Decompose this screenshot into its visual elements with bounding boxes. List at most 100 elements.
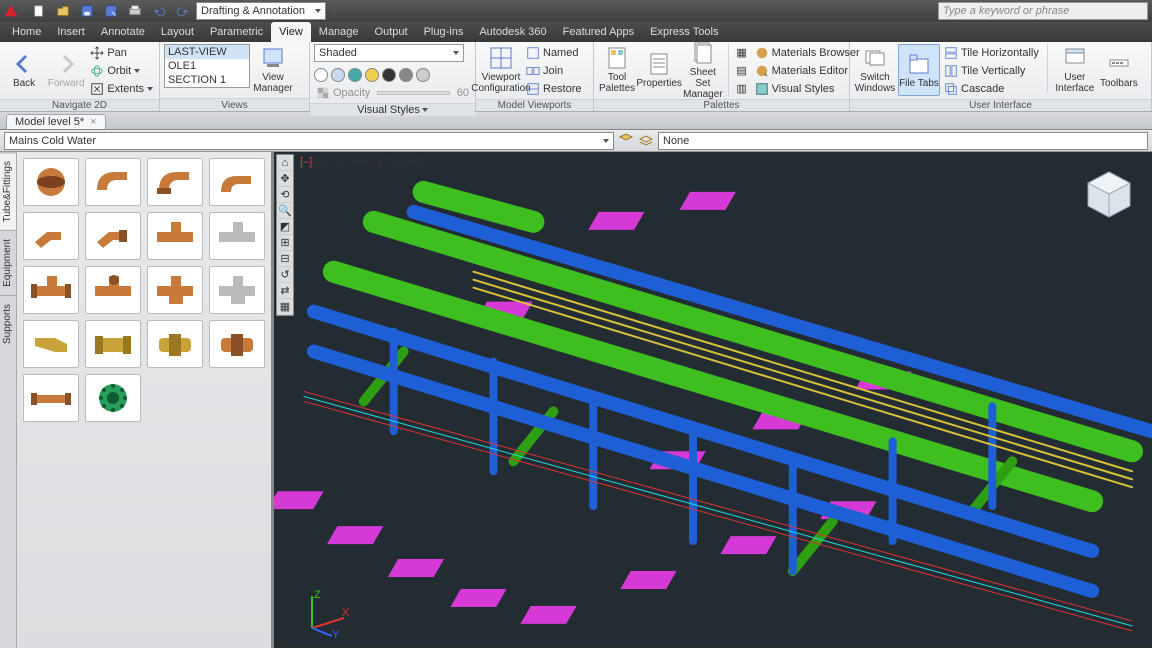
tab-view[interactable]: View [271, 22, 311, 42]
viewport-label[interactable]: [–][SE Isometric][Shaded] [300, 156, 425, 168]
document-tab[interactable]: Model level 5*× [6, 114, 106, 129]
fitting-thumbnail[interactable] [85, 158, 141, 206]
pan-button[interactable]: Pan [88, 44, 155, 61]
workspace-dropdown[interactable]: Drafting & Annotation [196, 2, 326, 20]
palette-tab-equipment[interactable]: Equipment [0, 230, 16, 295]
swatch-icon[interactable] [365, 68, 379, 82]
tab-manage[interactable]: Manage [311, 22, 367, 42]
layer-tool-icon[interactable] [618, 131, 634, 150]
file-tabs-button[interactable]: File Tabs [898, 44, 940, 96]
swatch-icon[interactable] [331, 68, 345, 82]
nav-tool-icon[interactable]: ⌂ [277, 155, 293, 171]
viewport-config-button[interactable]: Viewport Configuration [480, 44, 522, 96]
switch-windows-button[interactable]: Switch Windows [854, 44, 896, 96]
list-item[interactable]: OLE1 [165, 59, 249, 73]
fitting-thumbnail[interactable] [209, 320, 265, 368]
nav-tool-icon[interactable]: ↺ [277, 267, 293, 283]
fitting-thumbnail[interactable] [85, 374, 141, 422]
swatch-icon[interactable] [382, 68, 396, 82]
materials-browser-button[interactable]: Materials Browser [753, 44, 862, 61]
linetype-dropdown[interactable]: None [658, 132, 1148, 150]
fitting-thumbnail[interactable] [147, 158, 203, 206]
fitting-thumbnail[interactable] [23, 320, 79, 368]
viewcube[interactable] [1080, 166, 1138, 224]
fitting-thumbnail[interactable] [147, 212, 203, 260]
save-icon[interactable] [76, 2, 98, 20]
fitting-thumbnail[interactable] [147, 266, 203, 314]
tab-express-tools[interactable]: Express Tools [642, 22, 726, 42]
visual-styles-button[interactable]: Visual Styles [753, 80, 862, 97]
view-manager-button[interactable]: View Manager [252, 44, 294, 96]
tab-plugins[interactable]: Plug-ins [416, 22, 472, 42]
swatch-icon[interactable] [416, 68, 430, 82]
saveas-icon[interactable] [100, 2, 122, 20]
swatch-icon[interactable] [399, 68, 413, 82]
fitting-thumbnail[interactable] [85, 320, 141, 368]
small-palette-btn[interactable]: ▥ [733, 80, 751, 97]
nav-tool-icon[interactable]: ⊞ [277, 235, 293, 251]
fitting-thumbnail[interactable] [85, 266, 141, 314]
tab-home[interactable]: Home [4, 22, 49, 42]
list-item[interactable]: LAST-VIEW [165, 45, 249, 59]
back-button[interactable]: Back [4, 44, 44, 96]
user-interface-button[interactable]: User Interface [1054, 44, 1096, 96]
list-item[interactable]: SECTION 1 [165, 73, 249, 87]
tab-output[interactable]: Output [367, 22, 416, 42]
fitting-thumbnail[interactable] [209, 212, 265, 260]
sheetset-button[interactable]: Sheet Set Manager [682, 44, 723, 96]
tab-annotate[interactable]: Annotate [93, 22, 153, 42]
forward-button[interactable]: Forward [46, 44, 86, 96]
layer-dropdown[interactable]: Mains Cold Water [4, 132, 614, 150]
app-menu-dropdown-icon[interactable] [20, 9, 26, 13]
undo-icon[interactable] [148, 2, 170, 20]
toolbars-button[interactable]: Toolbars [1098, 44, 1140, 96]
qat-customize-icon[interactable] [332, 9, 338, 13]
nav-tool-icon[interactable]: ⊟ [277, 251, 293, 267]
materials-editor-button[interactable]: Materials Editor [753, 62, 862, 79]
properties-button[interactable]: Properties [638, 44, 680, 96]
swatch-icon[interactable] [348, 68, 362, 82]
fitting-thumbnail[interactable] [23, 374, 79, 422]
nav-tool-icon[interactable]: ⇄ [277, 283, 293, 299]
model-viewport[interactable] [274, 152, 1152, 647]
nav-tool-icon[interactable]: 🔍 [277, 203, 293, 219]
fitting-thumbnail[interactable] [209, 266, 265, 314]
orbit-button[interactable]: Orbit [88, 62, 155, 79]
tab-featured-apps[interactable]: Featured Apps [555, 22, 643, 42]
app-logo-icon[interactable] [4, 4, 18, 18]
palette-tab-supports[interactable]: Supports [0, 295, 16, 352]
tab-autodesk360[interactable]: Autodesk 360 [471, 22, 554, 42]
small-palette-btn[interactable]: ▦ [733, 44, 751, 61]
fitting-thumbnail[interactable] [23, 158, 79, 206]
opacity-slider[interactable] [377, 91, 449, 95]
small-palette-btn[interactable]: ▤ [733, 62, 751, 79]
tile-vertically-button[interactable]: Tile Vertically [942, 62, 1041, 79]
fitting-thumbnail[interactable] [85, 212, 141, 260]
tool-palettes-button[interactable]: Tool Palettes [598, 44, 636, 96]
tab-layout[interactable]: Layout [153, 22, 202, 42]
nav-tool-icon[interactable]: ✥ [277, 171, 293, 187]
open-icon[interactable] [52, 2, 74, 20]
nav-tool-icon[interactable]: ◩ [277, 219, 293, 235]
fitting-thumbnail[interactable] [147, 320, 203, 368]
plot-icon[interactable] [124, 2, 146, 20]
tab-parametric[interactable]: Parametric [202, 22, 271, 42]
palette-tab-tube-fittings[interactable]: Tube&Fittings [0, 152, 16, 230]
named-vp-button[interactable]: Named [524, 44, 584, 61]
fitting-thumbnail[interactable] [23, 212, 79, 260]
fitting-thumbnail[interactable] [23, 266, 79, 314]
help-search-input[interactable]: Type a keyword or phrase [938, 2, 1148, 20]
tab-insert[interactable]: Insert [49, 22, 93, 42]
fitting-thumbnail[interactable] [209, 158, 265, 206]
swatch-icon[interactable] [314, 68, 328, 82]
new-icon[interactable] [28, 2, 50, 20]
named-views-list[interactable]: LAST-VIEW OLE1 SECTION 1 [164, 44, 250, 88]
restore-vp-button[interactable]: Restore [524, 80, 584, 97]
cascade-button[interactable]: Cascade [942, 80, 1041, 97]
nav-tool-icon[interactable]: ⟲ [277, 187, 293, 203]
extents-button[interactable]: Extents [88, 80, 155, 97]
close-icon[interactable]: × [90, 116, 96, 128]
redo-icon[interactable] [172, 2, 194, 20]
nav-tool-icon[interactable]: ▦ [277, 299, 293, 315]
layer-tool-icon[interactable] [638, 131, 654, 150]
